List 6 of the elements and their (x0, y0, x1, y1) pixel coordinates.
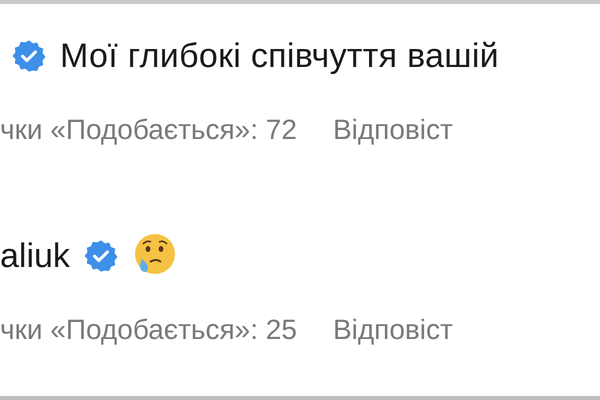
likes-count: чки «Подобається»: 25 (0, 314, 297, 346)
reply-link[interactable]: Відповіст (332, 314, 453, 346)
comment-text: Мої глибокі співчуття вашій (60, 36, 499, 76)
likes-count: чки «Подобається»: 72 (0, 114, 297, 146)
reply-link[interactable]: Відповіст (332, 114, 453, 146)
username[interactable]: aliuk (0, 236, 70, 276)
